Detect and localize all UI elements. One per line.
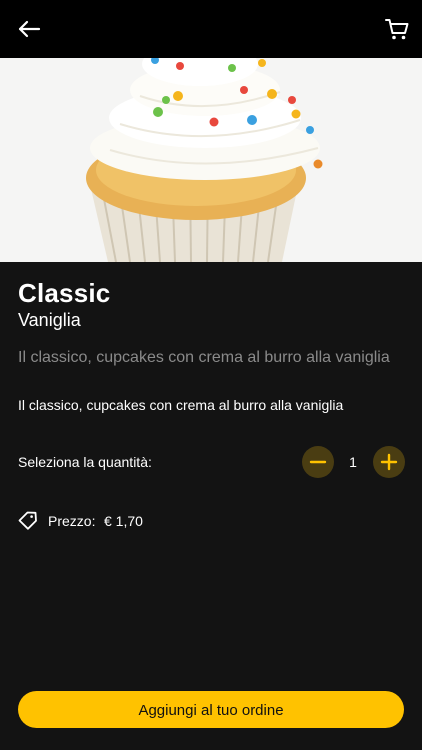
product-short-description: Il classico, cupcakes con crema al burro… bbox=[18, 349, 390, 366]
quantity-label: Seleziona la quantità: bbox=[18, 454, 152, 470]
price-value: € 1,70 bbox=[104, 513, 143, 529]
decrease-quantity-button[interactable] bbox=[302, 446, 334, 478]
top-bar bbox=[0, 0, 422, 58]
quantity-value: 1 bbox=[349, 454, 357, 470]
minus-icon bbox=[309, 460, 327, 464]
product-description: Il classico, cupcakes con crema al burro… bbox=[18, 397, 344, 413]
product-flavor: Vaniglia bbox=[18, 310, 81, 330]
plus-icon bbox=[380, 453, 398, 471]
product-image bbox=[0, 58, 422, 262]
product-title: Classic bbox=[18, 278, 111, 308]
increase-quantity-button[interactable] bbox=[373, 446, 405, 478]
back-arrow-icon[interactable] bbox=[14, 14, 44, 44]
price-tag-icon bbox=[17, 510, 39, 537]
shopping-cart-icon[interactable] bbox=[382, 14, 412, 44]
add-to-order-button[interactable]: Aggiungi al tuo ordine bbox=[18, 691, 404, 728]
product-detail-screen: Classic Vaniglia Il classico, cupcakes c… bbox=[0, 0, 422, 750]
price-label: Prezzo: bbox=[48, 513, 96, 529]
